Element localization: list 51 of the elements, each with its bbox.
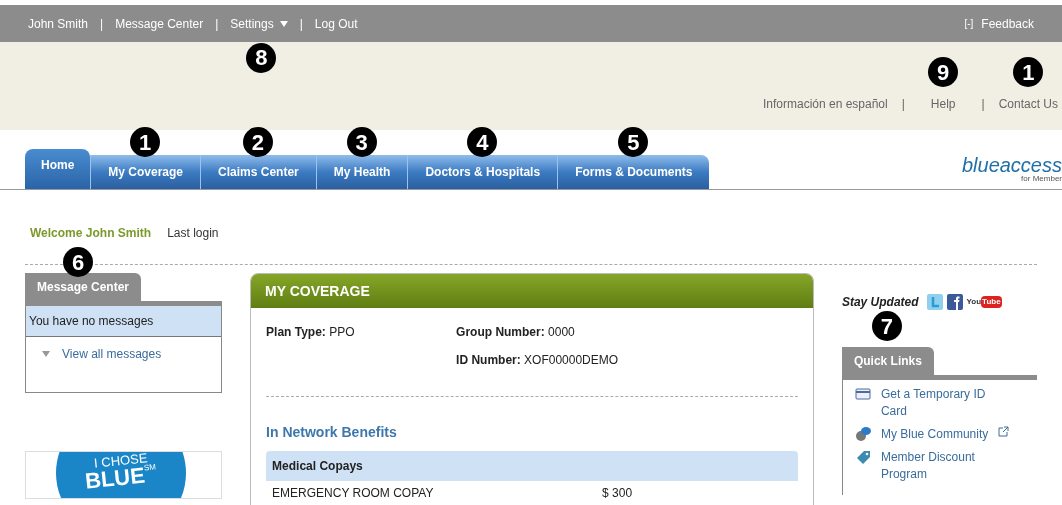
callout-number: 1 — [130, 127, 161, 157]
message-status: You have no messages — [26, 306, 222, 337]
view-messages-link[interactable]: View all messages — [62, 345, 162, 363]
callout-number: 3 — [346, 127, 377, 157]
callout-number: 1 — [1013, 57, 1044, 87]
separator: | — [901, 96, 905, 113]
separator: | — [215, 15, 219, 33]
facebook-icon[interactable] — [946, 294, 963, 310]
nav-tab[interactable]: Claims Center — [200, 155, 316, 189]
nav-tab[interactable]: Home — [25, 149, 91, 189]
nav-tab[interactable]: Forms & Documents — [557, 155, 710, 189]
top-nav-link[interactable]: John Smith — [28, 14, 89, 33]
nav-tab[interactable]: My Health — [315, 155, 408, 189]
logo-tagline: for Member — [1021, 175, 1062, 183]
quick-link[interactable]: Get a Temporary ID Card — [880, 386, 1011, 420]
callout-number: 6 — [63, 247, 93, 277]
section-heading: In Network Benefits — [265, 423, 398, 442]
last-login-text: Last login — [167, 225, 219, 242]
quick-link[interactable]: My Blue Community — [880, 426, 989, 443]
group-number-field: Group Number: 0000 — [456, 323, 798, 341]
top-nav-link[interactable]: Message Center — [115, 14, 204, 33]
callout-number: 4 — [467, 127, 498, 157]
separator: | — [100, 15, 104, 33]
nav-tab[interactable]: My Coverage — [90, 155, 201, 189]
callout-number: 7 — [871, 311, 902, 341]
stay-updated-label: Stay Updated — [841, 294, 919, 311]
nav-tab[interactable]: Doctors & Hospitals — [407, 155, 558, 189]
callout-number: 5 — [618, 127, 649, 157]
table-header: Medical Copays — [266, 451, 798, 481]
welcome-text: Welcome John Smith — [30, 225, 152, 242]
header-link[interactable]: Información en español — [762, 95, 888, 113]
globe-chat-icon — [854, 426, 871, 442]
callout-number: 2 — [242, 127, 273, 157]
separator: | — [981, 96, 985, 113]
feedback-link[interactable]: Feedback — [981, 14, 1034, 33]
id-card-icon — [854, 386, 871, 402]
separator: | — [299, 15, 303, 33]
collapse-toggle[interactable]: [-] — [964, 16, 974, 31]
top-nav-link[interactable]: Settings — [230, 14, 274, 33]
top-nav-link[interactable]: Log Out — [314, 14, 358, 33]
quick-link[interactable]: Member Discount Program — [880, 449, 1011, 483]
logo: blueaccess — [961, 155, 1062, 175]
id-number-field: ID Number: XOF00000DEMO — [456, 351, 798, 369]
table-cell-text: $ 300 — [602, 485, 634, 502]
table-cell-text: EMERGENCY ROOM COPAY — [272, 485, 435, 502]
header-link[interactable]: Contact Us — [998, 95, 1058, 113]
plan-type-field: Plan Type: PPO — [266, 323, 457, 369]
card-header: MY COVERAGE — [251, 274, 813, 308]
header-link[interactable]: Help — [930, 95, 956, 113]
caret-icon — [42, 351, 50, 357]
callout-number: 9 — [928, 57, 959, 87]
